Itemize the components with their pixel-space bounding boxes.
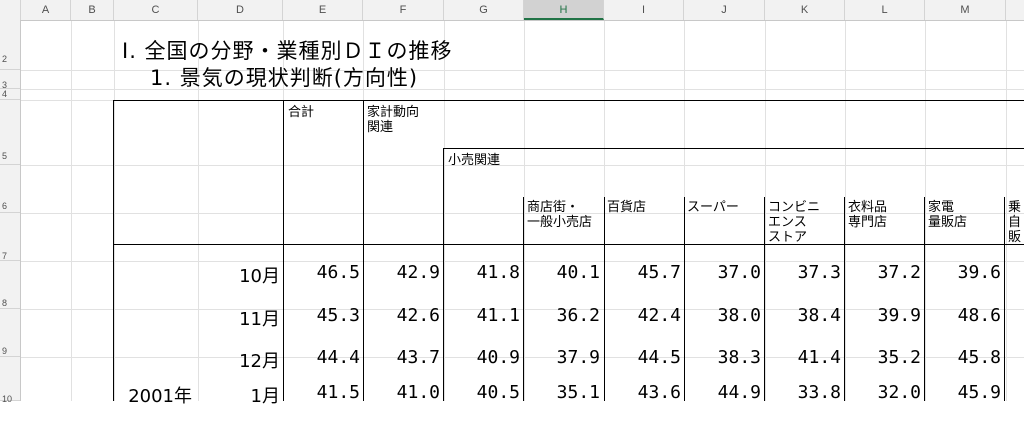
row-month[interactable]: 1月 [198,382,280,408]
di-value-cell[interactable]: 38.4 [766,305,841,326]
header-total: 合計 [288,105,315,120]
di-value-cell[interactable]: 43.6 [606,382,681,403]
di-value-cell[interactable]: 40.5 [445,382,520,403]
row-header-2[interactable]: 2 [0,20,20,70]
di-value-cell[interactable]: 40.1 [525,262,600,283]
di-value-cell[interactable]: 45.9 [926,382,1001,403]
header-electronics: 家電 量販店 [928,200,968,230]
di-value-cell[interactable]: 37.2 [846,262,921,283]
di-value-cell[interactable]: 39.6 [926,262,1001,283]
row-month[interactable]: 11月 [198,305,280,331]
di-value-cell[interactable]: 45.8 [926,347,1001,368]
column-header-d[interactable]: D [198,0,283,20]
column-header-m[interactable]: M [925,0,1006,20]
column-header-h[interactable]: H [524,0,604,20]
di-value-cell[interactable]: 38.0 [686,305,761,326]
row-header-5[interactable]: 5 [0,100,20,165]
di-value-cell[interactable]: 36.2 [525,305,600,326]
column-header-bar: A B C D E F G H I J K L M [0,0,1024,21]
header-department-store: 百貨店 [607,200,647,215]
row-month[interactable]: 12月 [198,347,280,373]
column-header-f[interactable]: F [363,0,444,20]
header-car-partial: 乗 自 販 [1008,200,1022,245]
column-header-k[interactable]: K [765,0,845,20]
column-header-l[interactable]: L [845,0,925,20]
di-value-cell[interactable]: 42.6 [365,305,440,326]
di-value-cell[interactable]: 41.4 [766,347,841,368]
column-header-a[interactable]: A [21,0,71,20]
row-header-7[interactable]: 7 [0,213,20,261]
header-household: 家計動向 関連 [367,105,420,135]
header-shopping-street: 商店街・ 一般小売店 [527,200,593,230]
header-clothing: 衣料品 専門店 [848,200,888,230]
di-value-cell[interactable]: 44.4 [285,347,360,368]
di-value-cell[interactable]: 42.4 [606,305,681,326]
column-header-e[interactable]: E [283,0,363,20]
row-header-3[interactable]: 3 [0,70,20,90]
di-value-cell[interactable]: 45.3 [285,305,360,326]
di-value-cell[interactable]: 44.9 [686,382,761,403]
sheet-subtitle: 1. 景気の現状判断(方向性) [150,66,419,90]
di-value-cell[interactable]: 48.6 [926,305,1001,326]
select-all-corner[interactable] [0,0,21,20]
row-month[interactable]: 10月 [198,262,280,288]
di-value-cell[interactable]: 37.9 [525,347,600,368]
row-header-bar: 2 3 4 5 6 7 8 9 10 [0,20,21,404]
di-value-cell[interactable]: 43.7 [365,347,440,368]
di-value-cell[interactable]: 45.7 [606,262,681,283]
row-header-8[interactable]: 8 [0,261,20,309]
column-header-j[interactable]: J [684,0,765,20]
di-value-cell[interactable]: 38.3 [686,347,761,368]
di-value-cell[interactable]: 35.2 [846,347,921,368]
di-value-cell[interactable]: 41.8 [445,262,520,283]
di-value-cell[interactable]: 41.5 [285,382,360,403]
header-retail: 小売関連 [448,153,501,168]
di-value-cell[interactable]: 46.5 [285,262,360,283]
di-value-cell[interactable]: 40.9 [445,347,520,368]
row-year[interactable]: 2001年 [114,382,192,408]
di-value-cell[interactable]: 42.9 [365,262,440,283]
column-header-g[interactable]: G [444,0,524,20]
header-convenience-store: コンビニ エンス ストア [768,200,821,245]
di-value-cell[interactable]: 37.0 [686,262,761,283]
column-header-b[interactable]: B [71,0,114,20]
header-supermarket: スーパー [687,200,739,215]
di-value-cell[interactable]: 41.0 [365,382,440,403]
row-header-4[interactable]: 4 [0,89,20,100]
di-value-cell[interactable]: 35.1 [525,382,600,403]
row-header-10[interactable]: 10 [0,357,20,404]
di-value-cell[interactable]: 37.3 [766,262,841,283]
di-value-cell[interactable]: 44.5 [606,347,681,368]
row-header-6[interactable]: 6 [0,165,20,213]
di-value-cell[interactable]: 33.8 [766,382,841,403]
column-header-i[interactable]: I [604,0,684,20]
di-value-cell[interactable]: 41.1 [445,305,520,326]
di-value-cell[interactable]: 39.9 [846,305,921,326]
row-header-9[interactable]: 9 [0,309,20,357]
di-value-cell[interactable]: 32.0 [846,382,921,403]
sheet-title: Ⅰ. 全国の分野・業種別ＤＩの推移 [122,39,453,63]
column-header-c[interactable]: C [114,0,198,20]
